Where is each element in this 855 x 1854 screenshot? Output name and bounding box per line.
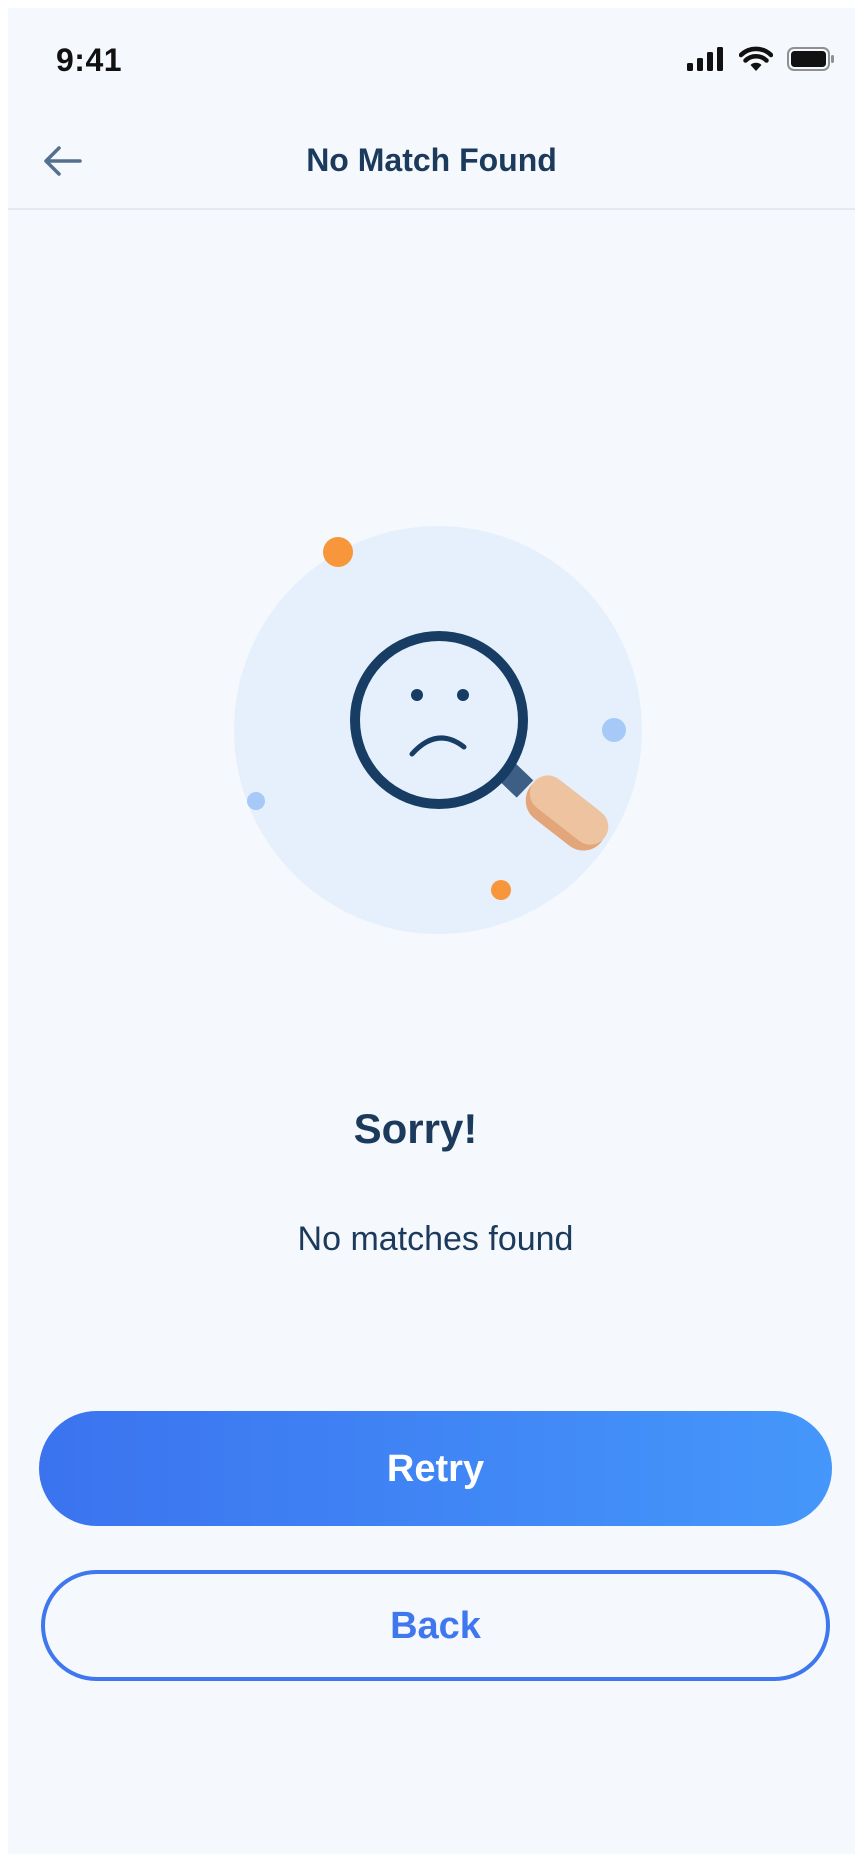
blue-dot-right (602, 718, 626, 742)
page-title: No Match Found (306, 142, 557, 178)
left-eye (411, 689, 423, 701)
status-icons (687, 46, 835, 72)
status-bar: 9:41 (8, 8, 855, 108)
message-subtitle: No matches found (297, 1220, 574, 1258)
status-time: 9:41 (56, 42, 123, 78)
screen: 9:41 No Match Found Sorry! No matches fo… (8, 8, 855, 1854)
right-eye (457, 689, 469, 701)
retry-button[interactable]: Retry (39, 1411, 832, 1526)
battery-icon (787, 47, 834, 71)
blue-dot-left (247, 792, 265, 810)
orange-dot-small (491, 880, 511, 900)
wifi-icon (739, 46, 773, 71)
orange-dot-large (323, 537, 353, 567)
nav-bar: No Match Found (8, 108, 855, 210)
signal-icon (687, 47, 723, 71)
back-button[interactable]: Back (41, 1570, 830, 1681)
sad-magnifier-icon (234, 526, 642, 934)
message-title: Sorry! (353, 1105, 478, 1152)
magnifier-lens (350, 631, 528, 809)
